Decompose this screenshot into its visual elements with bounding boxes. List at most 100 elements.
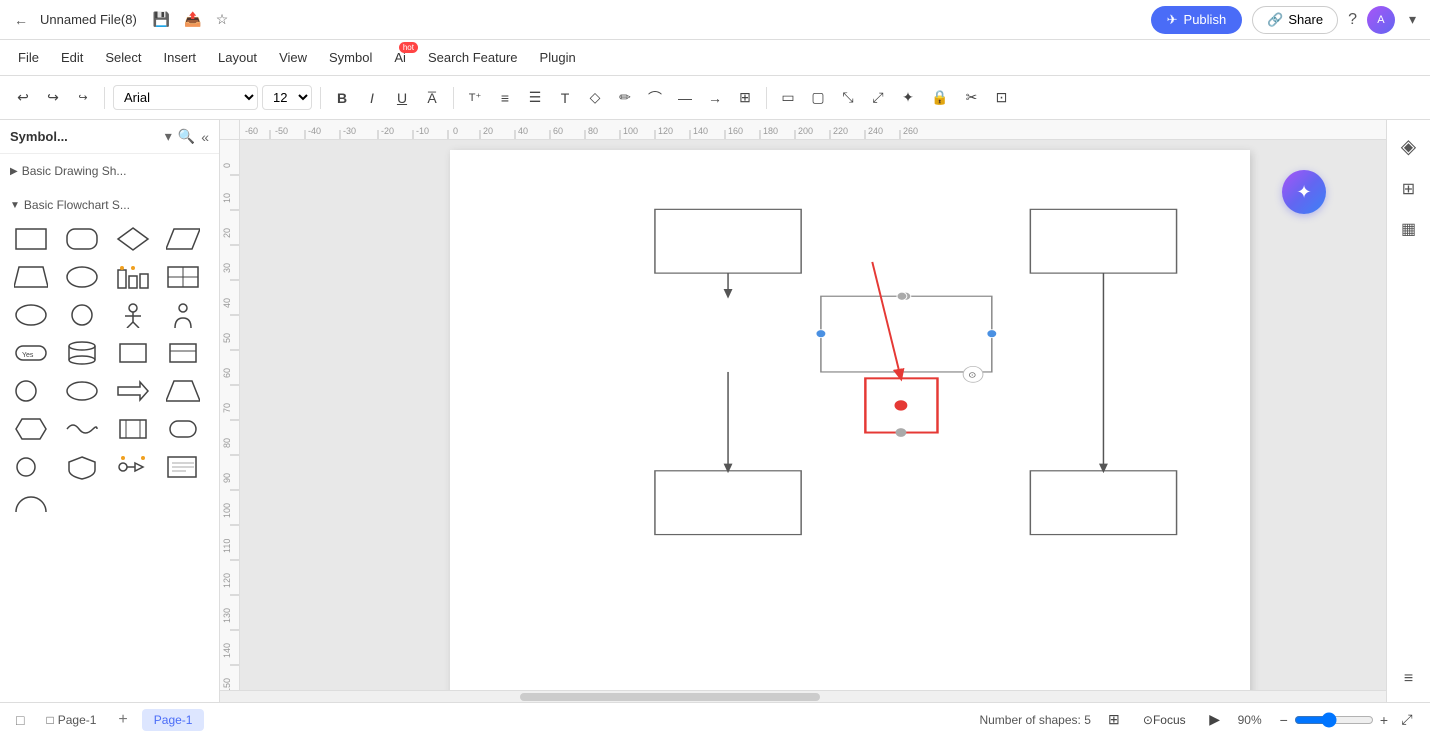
help-button[interactable]: ? <box>1348 11 1357 29</box>
shape-yes-no[interactable]: Yes <box>10 336 52 370</box>
basic-flowchart-header[interactable]: ▼ Basic Flowchart S... <box>10 194 209 216</box>
svg-text:60: 60 <box>553 126 563 136</box>
play-button[interactable]: ▶ <box>1202 707 1228 732</box>
menu-plugin[interactable]: Plugin <box>530 46 586 69</box>
publish-button[interactable]: ✈ Publish <box>1151 6 1243 34</box>
settings-panel-btn[interactable]: ≡ <box>1398 664 1419 694</box>
redo-button[interactable]: ↪ <box>40 85 66 110</box>
bold-button[interactable]: B <box>329 86 355 110</box>
pen-button[interactable]: ✏ <box>612 85 638 110</box>
zoom-out-button[interactable]: − <box>1280 712 1288 728</box>
shape-ellipse2[interactable] <box>10 298 52 332</box>
crop-tool[interactable]: ⤢ <box>865 85 891 110</box>
menu-view[interactable]: View <box>269 46 317 69</box>
line-style-button[interactable]: ⌒ <box>642 84 668 112</box>
grid-panel-btn[interactable]: ▦ <box>1395 213 1422 245</box>
table-tool[interactable]: ⊡ <box>988 85 1014 110</box>
connector-button[interactable]: ⊞ <box>732 85 758 110</box>
fullscreen-button[interactable]: ⤢ <box>1394 707 1420 732</box>
shape-trapezoid[interactable] <box>10 260 52 294</box>
shape-rectangle[interactable] <box>10 222 52 256</box>
sidebar-search-btn[interactable]: 🔍 <box>178 128 195 145</box>
menu-layout[interactable]: Layout <box>208 46 267 69</box>
sidebar-collapse-btn[interactable]: « <box>201 129 209 145</box>
shape-shield[interactable] <box>61 450 103 484</box>
sidebar-dropdown-btn[interactable]: ▾ <box>165 128 172 145</box>
save-button[interactable]: 💾 <box>149 9 174 30</box>
menu-symbol[interactable]: Symbol <box>319 46 382 69</box>
shape-hexagon[interactable] <box>10 412 52 446</box>
avatar[interactable]: A <box>1367 6 1395 34</box>
scrollbar-thumb[interactable] <box>520 693 820 701</box>
arrow-button[interactable]: → <box>702 86 728 110</box>
shape-person2[interactable] <box>162 298 204 332</box>
shape-cross[interactable] <box>162 260 204 294</box>
layers-button[interactable]: ⊞ <box>1101 707 1127 732</box>
shape-cylinder[interactable] <box>61 336 103 370</box>
shape-rect-plain[interactable] <box>112 336 154 370</box>
svg-text:70: 70 <box>222 403 232 413</box>
ai-circle-button[interactable]: ✦ <box>1282 170 1326 214</box>
star-button[interactable]: ☆ <box>212 9 233 30</box>
share-button[interactable]: 🔗 Share <box>1252 6 1338 34</box>
data-panel-btn[interactable]: ⊞ <box>1396 173 1421 205</box>
underline-button[interactable]: U <box>389 86 415 110</box>
shape-note[interactable] <box>162 450 204 484</box>
shape-fill-button[interactable]: ◇ <box>582 85 608 110</box>
rectangle-tool[interactable]: ▭ <box>775 85 801 110</box>
magic-tool[interactable]: ✦ <box>895 85 921 110</box>
shape-oval2[interactable] <box>61 374 103 408</box>
shape-parallelogram[interactable] <box>162 222 204 256</box>
font-color-button[interactable]: A̅ <box>419 86 445 110</box>
shape-rounded-rect[interactable] <box>61 222 103 256</box>
shape-arrow-right[interactable] <box>112 374 154 408</box>
undo-button[interactable]: ↩ <box>10 85 36 110</box>
shape-arrow-process[interactable] <box>112 450 154 484</box>
menu-file[interactable]: File <box>8 46 49 69</box>
menu-insert[interactable]: Insert <box>154 46 207 69</box>
text-style-button[interactable]: T <box>552 86 578 110</box>
align-center-button[interactable]: ≡ <box>492 86 518 110</box>
menu-edit[interactable]: Edit <box>51 46 93 69</box>
page-tab-page1[interactable]: □ Page-1 <box>34 709 108 731</box>
shape-circle[interactable] <box>61 298 103 332</box>
line-type-button[interactable]: — <box>672 86 698 110</box>
shape-half-circle[interactable] <box>10 488 52 522</box>
lock-tool[interactable]: 🔒 <box>925 85 954 110</box>
style-panel-btn[interactable]: ◈ <box>1395 128 1422 165</box>
shape-circle2[interactable] <box>10 374 52 408</box>
focus-button[interactable]: ⊙ Focus <box>1137 709 1192 731</box>
resize-tool[interactable]: ⤡ <box>835 85 861 110</box>
canvas[interactable]: ⊙ <box>240 140 1386 690</box>
align-left-button[interactable]: ☰ <box>522 85 548 110</box>
menu-ai[interactable]: Ai hot <box>384 46 416 69</box>
active-page-tab[interactable]: Page-1 <box>142 709 205 731</box>
add-page-button[interactable]: + <box>112 709 133 731</box>
export-button[interactable]: 📤 <box>180 9 205 30</box>
zoom-slider[interactable] <box>1294 712 1374 728</box>
shape-bar-chart[interactable] <box>112 260 154 294</box>
zoom-in-button[interactable]: + <box>1380 712 1388 728</box>
shape-diamond[interactable] <box>112 222 154 256</box>
shape-rect-partial[interactable] <box>162 336 204 370</box>
menu-select[interactable]: Select <box>95 46 151 69</box>
superscript-button[interactable]: T⁺ <box>462 87 488 108</box>
shape-rounded-rect2[interactable] <box>162 412 204 446</box>
shape-process[interactable] <box>112 412 154 446</box>
shape-circle3[interactable] <box>10 450 52 484</box>
redo2-button[interactable]: ↪ <box>70 87 96 108</box>
shape-person[interactable] <box>112 298 154 332</box>
menu-search[interactable]: Search Feature <box>418 46 528 69</box>
shape-oval[interactable] <box>61 260 103 294</box>
rounded-rect-tool[interactable]: ▢ <box>805 85 831 110</box>
italic-button[interactable]: I <box>359 86 385 110</box>
font-size-select[interactable]: 12 14 16 18 24 <box>262 85 312 110</box>
cut-tool[interactable]: ✂ <box>958 85 984 110</box>
back-button[interactable]: ← <box>10 10 32 30</box>
font-family-select[interactable]: Arial Times New Roman Helvetica <box>113 85 258 110</box>
user-menu-button[interactable]: ▾ <box>1405 9 1420 30</box>
scrollbar-horizontal[interactable] <box>220 690 1386 702</box>
basic-drawing-header[interactable]: ▶ Basic Drawing Sh... <box>10 160 209 182</box>
shape-trapezoid2[interactable] <box>162 374 204 408</box>
shape-wave[interactable] <box>61 412 103 446</box>
